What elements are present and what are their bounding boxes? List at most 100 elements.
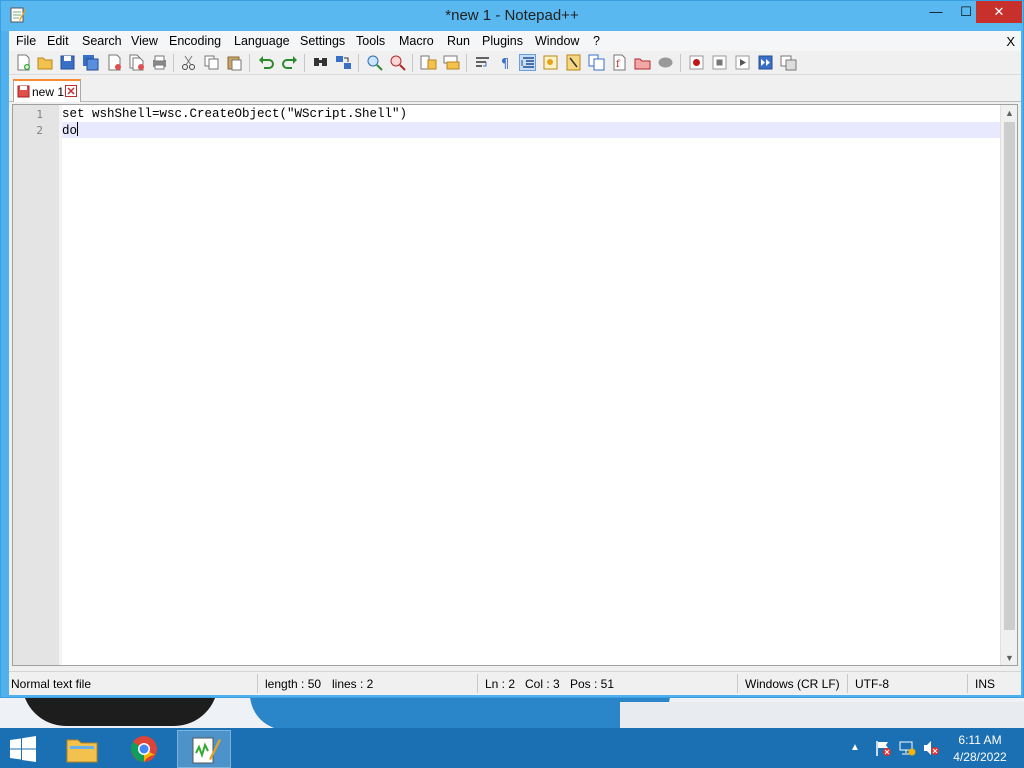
status-encoding[interactable]: UTF-8 bbox=[855, 677, 889, 691]
redo-icon[interactable] bbox=[281, 54, 298, 71]
tab-new-1[interactable]: new 1 bbox=[13, 79, 81, 102]
tray-show-hidden-icon[interactable]: ▲ bbox=[850, 742, 860, 753]
vertical-scrollbar[interactable]: ▲ ▼ bbox=[1000, 105, 1017, 665]
volume-muted-icon[interactable] bbox=[922, 739, 940, 757]
tab-label: new 1 bbox=[32, 85, 65, 99]
replace-icon[interactable] bbox=[335, 54, 352, 71]
new-file-icon[interactable] bbox=[15, 54, 32, 71]
sync-vertical-icon[interactable] bbox=[420, 54, 437, 71]
svg-text:¶: ¶ bbox=[501, 57, 509, 71]
file-explorer-icon bbox=[66, 739, 98, 763]
status-divider bbox=[737, 674, 738, 693]
menu-edit[interactable]: Edit bbox=[47, 34, 69, 48]
stop-recording-icon[interactable] bbox=[711, 54, 728, 71]
menu-help[interactable]: ? bbox=[593, 34, 600, 48]
line-number: 1 bbox=[36, 108, 43, 121]
menu-bar: File Edit Search View Encoding Language … bbox=[9, 31, 1021, 51]
minimize-button[interactable]: — bbox=[921, 1, 951, 23]
menu-run[interactable]: Run bbox=[447, 34, 470, 48]
status-eol[interactable]: Windows (CR LF) bbox=[745, 677, 840, 691]
toolbar: ¶ f bbox=[9, 51, 1021, 75]
zoom-out-icon[interactable] bbox=[389, 54, 406, 71]
playback-icon[interactable] bbox=[734, 54, 751, 71]
line-number-margin: 1 2 bbox=[13, 105, 59, 665]
status-divider bbox=[847, 674, 848, 693]
close-window-button[interactable]: ✕ bbox=[976, 1, 1022, 23]
doc-map-icon[interactable] bbox=[565, 54, 582, 71]
paste-icon[interactable] bbox=[226, 54, 243, 71]
sync-horizontal-icon[interactable] bbox=[443, 54, 460, 71]
menu-tools[interactable]: Tools bbox=[356, 34, 385, 48]
code-line-text: set wshShell=wsc.CreateObject("WScript.S… bbox=[62, 107, 408, 121]
status-col: Col : 3 bbox=[525, 677, 560, 691]
title-bar[interactable]: *new 1 - Notepad++ — ☐ ✕ bbox=[1, 1, 1023, 31]
start-recording-icon[interactable] bbox=[688, 54, 705, 71]
close-document-button[interactable]: X bbox=[1006, 34, 1015, 49]
word-wrap-icon[interactable] bbox=[474, 54, 491, 71]
fold-margin[interactable] bbox=[59, 105, 62, 665]
menu-encoding[interactable]: Encoding bbox=[169, 34, 221, 48]
wallpaper-shape bbox=[620, 702, 1024, 728]
menu-macro[interactable]: Macro bbox=[399, 34, 434, 48]
toolbar-separator bbox=[358, 54, 359, 72]
menu-language[interactable]: Language bbox=[234, 34, 290, 48]
status-file-type: Normal text file bbox=[11, 677, 92, 691]
open-file-icon[interactable] bbox=[37, 54, 54, 71]
code-line-text: do bbox=[62, 124, 78, 138]
save-all-icon[interactable] bbox=[82, 54, 99, 71]
monitoring-icon[interactable] bbox=[634, 54, 651, 71]
undo-icon[interactable] bbox=[258, 54, 275, 71]
print-icon[interactable] bbox=[151, 54, 168, 71]
menu-plugins[interactable]: Plugins bbox=[482, 34, 523, 48]
status-insert-mode[interactable]: INS bbox=[975, 677, 995, 691]
status-ln: Ln : 2 bbox=[485, 677, 516, 691]
toolbar-separator bbox=[173, 54, 174, 72]
action-center-flag-icon[interactable] bbox=[874, 739, 892, 757]
status-lines: lines : 2 bbox=[332, 677, 374, 691]
desktop-wallpaper bbox=[0, 698, 1024, 728]
taskbar-notepad-plus-plus[interactable] bbox=[177, 730, 231, 768]
menu-file[interactable]: File bbox=[16, 34, 36, 48]
folder-workspace-icon[interactable]: f bbox=[611, 54, 628, 71]
close-all-icon[interactable] bbox=[128, 54, 145, 71]
status-divider bbox=[257, 674, 258, 693]
copy-icon[interactable] bbox=[203, 54, 220, 71]
zoom-in-icon[interactable] bbox=[366, 54, 383, 71]
indent-guide-icon[interactable] bbox=[519, 54, 536, 71]
client-area: File Edit Search View Encoding Language … bbox=[9, 31, 1021, 695]
close-icon[interactable] bbox=[106, 54, 123, 71]
run-macro-multiple-icon[interactable] bbox=[757, 54, 774, 71]
toolbar-separator bbox=[304, 54, 305, 72]
text-editor[interactable]: 1 2 set wshShell=wsc.CreateObject("WScri… bbox=[12, 104, 1018, 666]
windows-start-icon[interactable] bbox=[8, 736, 38, 762]
menu-search[interactable]: Search bbox=[82, 34, 122, 48]
menu-view[interactable]: View bbox=[131, 34, 158, 48]
scrollbar-thumb[interactable] bbox=[1004, 122, 1015, 630]
code-line-current[interactable]: do bbox=[62, 122, 1000, 138]
clock-time[interactable]: 6:11 AM bbox=[946, 733, 1014, 747]
clock-date[interactable]: 4/28/2022 bbox=[946, 750, 1014, 764]
find-icon[interactable] bbox=[312, 54, 329, 71]
taskbar-file-explorer[interactable] bbox=[55, 730, 109, 768]
notepad-plus-plus-icon bbox=[192, 737, 221, 764]
save-icon[interactable] bbox=[59, 54, 76, 71]
toolbar-separator bbox=[249, 54, 250, 72]
cut-icon[interactable] bbox=[180, 54, 197, 71]
function-list-icon[interactable] bbox=[588, 54, 605, 71]
show-all-chars-icon[interactable]: ¶ bbox=[497, 54, 514, 71]
notepadpp-window: *new 1 - Notepad++ — ☐ ✕ File Edit Searc… bbox=[0, 0, 1024, 698]
menu-window[interactable]: Window bbox=[535, 34, 579, 48]
scroll-down-icon[interactable]: ▼ bbox=[1005, 653, 1014, 663]
menu-settings[interactable]: Settings bbox=[300, 34, 345, 48]
user-lang-icon[interactable] bbox=[542, 54, 559, 71]
taskbar-chrome[interactable] bbox=[117, 730, 171, 768]
tab-close-icon[interactable] bbox=[65, 85, 77, 97]
code-line[interactable]: set wshShell=wsc.CreateObject("WScript.S… bbox=[62, 106, 1000, 122]
network-icon[interactable] bbox=[898, 739, 916, 757]
save-macro-icon[interactable] bbox=[780, 54, 797, 71]
wallpaper-shape bbox=[250, 698, 670, 728]
wallpaper-shape bbox=[22, 698, 218, 726]
scroll-up-icon[interactable]: ▲ bbox=[1005, 108, 1014, 118]
taskbar: ▲ 6:11 AM 4/28/2022 bbox=[0, 728, 1024, 768]
monitoring-eye-icon[interactable] bbox=[657, 54, 674, 71]
